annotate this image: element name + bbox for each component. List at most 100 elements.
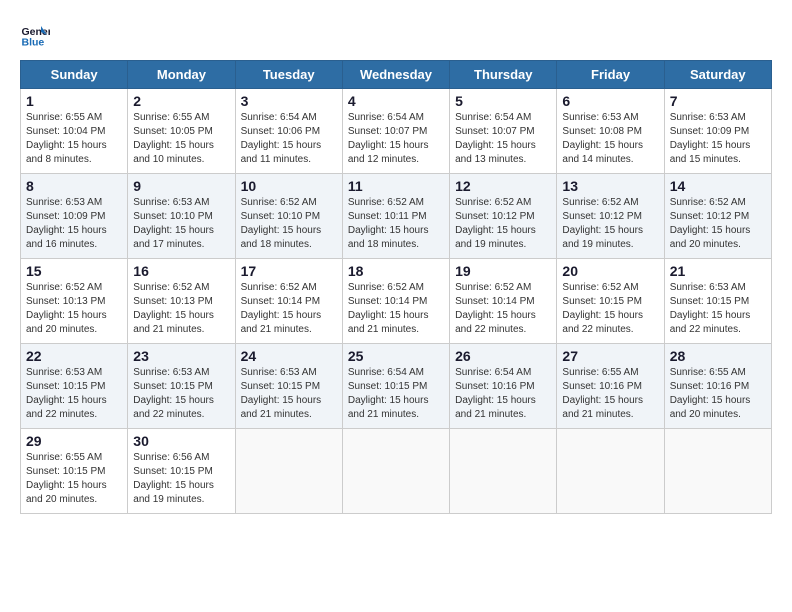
day-number: 18 <box>348 263 444 279</box>
day-info: Sunrise: 6:54 AMSunset: 10:07 PMDaylight… <box>455 111 551 167</box>
calendar: SundayMondayTuesdayWednesdayThursdayFrid… <box>20 60 772 514</box>
calendar-cell: 3 Sunrise: 6:54 AMSunset: 10:06 PMDaylig… <box>235 89 342 174</box>
day-number: 30 <box>133 433 229 449</box>
day-info: Sunrise: 6:52 AMSunset: 10:10 PMDaylight… <box>241 196 337 252</box>
calendar-cell: 19 Sunrise: 6:52 AMSunset: 10:14 PMDayli… <box>450 259 557 344</box>
calendar-cell: 28 Sunrise: 6:55 AMSunset: 10:16 PMDayli… <box>664 344 771 429</box>
day-number: 8 <box>26 178 122 194</box>
calendar-cell: 30 Sunrise: 6:56 AMSunset: 10:15 PMDayli… <box>128 429 235 514</box>
day-number: 11 <box>348 178 444 194</box>
day-info: Sunrise: 6:53 AMSunset: 10:15 PMDaylight… <box>26 366 122 422</box>
day-number: 15 <box>26 263 122 279</box>
day-number: 28 <box>670 348 766 364</box>
day-info: Sunrise: 6:53 AMSunset: 10:09 PMDaylight… <box>670 111 766 167</box>
day-number: 10 <box>241 178 337 194</box>
day-number: 9 <box>133 178 229 194</box>
day-number: 23 <box>133 348 229 364</box>
day-info: Sunrise: 6:53 AMSunset: 10:15 PMDaylight… <box>133 366 229 422</box>
day-info: Sunrise: 6:53 AMSunset: 10:10 PMDaylight… <box>133 196 229 252</box>
calendar-cell: 13 Sunrise: 6:52 AMSunset: 10:12 PMDayli… <box>557 174 664 259</box>
calendar-cell <box>664 429 771 514</box>
calendar-cell: 24 Sunrise: 6:53 AMSunset: 10:15 PMDayli… <box>235 344 342 429</box>
calendar-cell: 27 Sunrise: 6:55 AMSunset: 10:16 PMDayli… <box>557 344 664 429</box>
calendar-cell <box>342 429 449 514</box>
weekday-friday: Friday <box>557 61 664 89</box>
day-info: Sunrise: 6:55 AMSunset: 10:05 PMDaylight… <box>133 111 229 167</box>
calendar-cell: 8 Sunrise: 6:53 AMSunset: 10:09 PMDaylig… <box>21 174 128 259</box>
week-row-2: 8 Sunrise: 6:53 AMSunset: 10:09 PMDaylig… <box>21 174 772 259</box>
day-info: Sunrise: 6:54 AMSunset: 10:16 PMDaylight… <box>455 366 551 422</box>
day-info: Sunrise: 6:53 AMSunset: 10:08 PMDaylight… <box>562 111 658 167</box>
day-number: 16 <box>133 263 229 279</box>
day-info: Sunrise: 6:52 AMSunset: 10:15 PMDaylight… <box>562 281 658 337</box>
day-info: Sunrise: 6:53 AMSunset: 10:15 PMDaylight… <box>241 366 337 422</box>
logo: General Blue <box>20 20 50 50</box>
day-number: 22 <box>26 348 122 364</box>
day-info: Sunrise: 6:54 AMSunset: 10:06 PMDaylight… <box>241 111 337 167</box>
calendar-cell: 2 Sunrise: 6:55 AMSunset: 10:05 PMDaylig… <box>128 89 235 174</box>
weekday-wednesday: Wednesday <box>342 61 449 89</box>
day-info: Sunrise: 6:52 AMSunset: 10:11 PMDaylight… <box>348 196 444 252</box>
day-info: Sunrise: 6:56 AMSunset: 10:15 PMDaylight… <box>133 451 229 507</box>
day-info: Sunrise: 6:52 AMSunset: 10:14 PMDaylight… <box>241 281 337 337</box>
calendar-cell <box>450 429 557 514</box>
day-number: 29 <box>26 433 122 449</box>
calendar-cell: 16 Sunrise: 6:52 AMSunset: 10:13 PMDayli… <box>128 259 235 344</box>
day-number: 14 <box>670 178 766 194</box>
day-number: 25 <box>348 348 444 364</box>
calendar-cell: 5 Sunrise: 6:54 AMSunset: 10:07 PMDaylig… <box>450 89 557 174</box>
calendar-cell: 14 Sunrise: 6:52 AMSunset: 10:12 PMDayli… <box>664 174 771 259</box>
week-row-5: 29 Sunrise: 6:55 AMSunset: 10:15 PMDayli… <box>21 429 772 514</box>
day-number: 17 <box>241 263 337 279</box>
day-number: 1 <box>26 93 122 109</box>
week-row-3: 15 Sunrise: 6:52 AMSunset: 10:13 PMDayli… <box>21 259 772 344</box>
svg-text:Blue: Blue <box>22 37 45 49</box>
day-info: Sunrise: 6:53 AMSunset: 10:15 PMDaylight… <box>670 281 766 337</box>
calendar-cell: 4 Sunrise: 6:54 AMSunset: 10:07 PMDaylig… <box>342 89 449 174</box>
calendar-cell: 21 Sunrise: 6:53 AMSunset: 10:15 PMDayli… <box>664 259 771 344</box>
day-number: 2 <box>133 93 229 109</box>
day-number: 21 <box>670 263 766 279</box>
calendar-cell <box>557 429 664 514</box>
calendar-cell: 1 Sunrise: 6:55 AMSunset: 10:04 PMDaylig… <box>21 89 128 174</box>
day-number: 12 <box>455 178 551 194</box>
weekday-saturday: Saturday <box>664 61 771 89</box>
weekday-thursday: Thursday <box>450 61 557 89</box>
calendar-cell: 18 Sunrise: 6:52 AMSunset: 10:14 PMDayli… <box>342 259 449 344</box>
calendar-body: 1 Sunrise: 6:55 AMSunset: 10:04 PMDaylig… <box>21 89 772 514</box>
day-number: 6 <box>562 93 658 109</box>
day-number: 24 <box>241 348 337 364</box>
calendar-cell: 20 Sunrise: 6:52 AMSunset: 10:15 PMDayli… <box>557 259 664 344</box>
day-number: 27 <box>562 348 658 364</box>
calendar-cell: 7 Sunrise: 6:53 AMSunset: 10:09 PMDaylig… <box>664 89 771 174</box>
calendar-cell: 29 Sunrise: 6:55 AMSunset: 10:15 PMDayli… <box>21 429 128 514</box>
calendar-cell: 17 Sunrise: 6:52 AMSunset: 10:14 PMDayli… <box>235 259 342 344</box>
calendar-cell: 6 Sunrise: 6:53 AMSunset: 10:08 PMDaylig… <box>557 89 664 174</box>
weekday-header: SundayMondayTuesdayWednesdayThursdayFrid… <box>21 61 772 89</box>
calendar-cell: 9 Sunrise: 6:53 AMSunset: 10:10 PMDaylig… <box>128 174 235 259</box>
weekday-tuesday: Tuesday <box>235 61 342 89</box>
day-info: Sunrise: 6:55 AMSunset: 10:16 PMDaylight… <box>670 366 766 422</box>
calendar-cell: 23 Sunrise: 6:53 AMSunset: 10:15 PMDayli… <box>128 344 235 429</box>
calendar-cell: 12 Sunrise: 6:52 AMSunset: 10:12 PMDayli… <box>450 174 557 259</box>
weekday-monday: Monday <box>128 61 235 89</box>
calendar-cell: 22 Sunrise: 6:53 AMSunset: 10:15 PMDayli… <box>21 344 128 429</box>
day-number: 4 <box>348 93 444 109</box>
day-info: Sunrise: 6:54 AMSunset: 10:15 PMDaylight… <box>348 366 444 422</box>
day-info: Sunrise: 6:52 AMSunset: 10:14 PMDaylight… <box>455 281 551 337</box>
calendar-cell <box>235 429 342 514</box>
day-info: Sunrise: 6:52 AMSunset: 10:14 PMDaylight… <box>348 281 444 337</box>
day-number: 7 <box>670 93 766 109</box>
weekday-sunday: Sunday <box>21 61 128 89</box>
calendar-cell: 15 Sunrise: 6:52 AMSunset: 10:13 PMDayli… <box>21 259 128 344</box>
day-number: 13 <box>562 178 658 194</box>
day-info: Sunrise: 6:52 AMSunset: 10:12 PMDaylight… <box>670 196 766 252</box>
calendar-cell: 25 Sunrise: 6:54 AMSunset: 10:15 PMDayli… <box>342 344 449 429</box>
day-info: Sunrise: 6:52 AMSunset: 10:12 PMDaylight… <box>562 196 658 252</box>
week-row-1: 1 Sunrise: 6:55 AMSunset: 10:04 PMDaylig… <box>21 89 772 174</box>
header: General Blue <box>20 20 772 50</box>
day-info: Sunrise: 6:55 AMSunset: 10:15 PMDaylight… <box>26 451 122 507</box>
day-info: Sunrise: 6:52 AMSunset: 10:12 PMDaylight… <box>455 196 551 252</box>
calendar-cell: 10 Sunrise: 6:52 AMSunset: 10:10 PMDayli… <box>235 174 342 259</box>
day-number: 26 <box>455 348 551 364</box>
